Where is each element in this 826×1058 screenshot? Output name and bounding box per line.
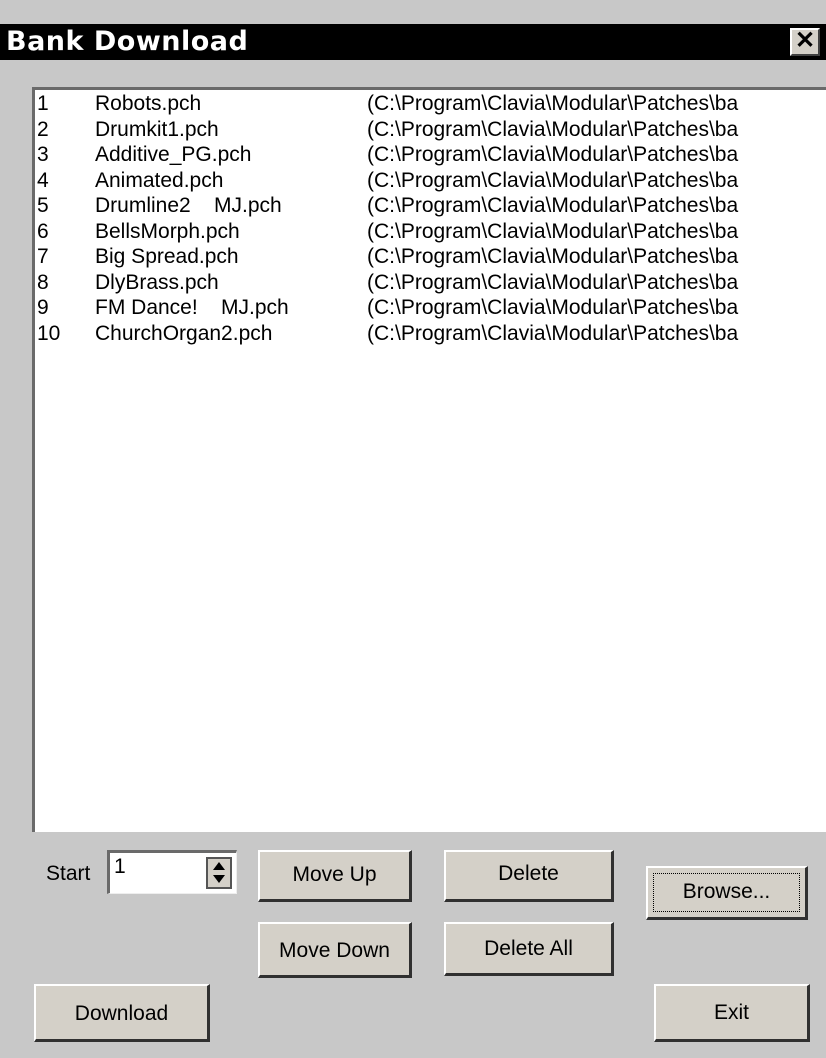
start-spinner[interactable]: 1 xyxy=(107,850,237,894)
close-button[interactable]: ✕ xyxy=(790,28,820,56)
spinner-arrows[interactable] xyxy=(206,857,232,889)
patch-path: (C:\Program\Clavia\Modular\Patches\ba xyxy=(367,270,739,294)
list-item[interactable]: 5 Drumline2 MJ.pch (C:\Program\Clavia\Modu… xyxy=(35,194,826,219)
window-title: Bank Download xyxy=(6,26,249,57)
list-item[interactable]: 6 BellsMorph.pch (C:\Program\Clavia\Modula… xyxy=(35,220,826,245)
arrow-up-icon[interactable] xyxy=(213,862,225,870)
patch-name: ChurchOrgan2.pch xyxy=(95,321,273,345)
patch-number: 7 xyxy=(37,245,49,268)
list-item[interactable]: 4 Animated.pch (C:\Program\Clavia\Modular\… xyxy=(35,169,826,194)
patch-path: (C:\Program\Clavia\Modular\Patches\ba xyxy=(367,219,739,243)
move-up-button[interactable]: Move Up xyxy=(258,850,412,902)
patch-name: Big Spread.pch xyxy=(95,245,239,268)
patch-name: BellsMorph.pch xyxy=(95,219,240,243)
patch-path: (C:\Program\Clavia\Modular\Patches\ba xyxy=(367,168,739,192)
patch-name: Additive_PG.pch xyxy=(95,143,252,166)
patch-number: 8 xyxy=(37,270,49,294)
patch-path: (C:\Program\Clavia\Modular\Patches\ba xyxy=(367,117,739,141)
patch-list[interactable]: 1 Robots.pch (C:\Program\Clavia\Modular\Pa… xyxy=(32,87,826,832)
delete-all-button[interactable]: Delete All xyxy=(444,922,614,976)
patch-path: (C:\Program\Clavia\Modular\Patches\ba xyxy=(367,321,739,345)
list-item[interactable]: 1 Robots.pch (C:\Program\Clavia\Modular\Pa… xyxy=(35,92,826,117)
patch-number: 2 xyxy=(37,117,49,141)
start-label: Start xyxy=(46,862,91,885)
patch-path: (C:\Program\Clavia\Modular\Patches\ba xyxy=(367,245,739,268)
patch-name: FM Dance! MJ.pch xyxy=(95,296,289,319)
list-item[interactable]: 3 Additive_PG.pch (C:\Program\Clavia\Modul… xyxy=(35,143,826,168)
start-value[interactable]: 1 xyxy=(114,855,126,879)
patch-name: DlyBrass.pch xyxy=(95,270,219,294)
title-bar: Bank Download ✕ xyxy=(0,24,826,60)
patch-name: Drumkit1.pch xyxy=(95,117,219,141)
patch-path: (C:\Program\Clavia\Modular\Patches\ba xyxy=(367,143,739,166)
list-item[interactable]: 10 ChurchOrgan2.pch (C:\Program\Clavia\Mod… xyxy=(35,322,826,347)
patch-path: (C:\Program\Clavia\Modular\Patches\ba xyxy=(367,296,739,319)
move-down-button[interactable]: Move Down xyxy=(258,922,412,978)
patch-number: 9 xyxy=(37,296,49,319)
close-icon: ✕ xyxy=(794,27,816,54)
patch-name: Robots.pch xyxy=(95,92,202,115)
list-item[interactable]: 7 Big Spread.pch (C:\Program\Clavia\Modula… xyxy=(35,245,826,270)
browse-button[interactable]: Browse... xyxy=(646,866,808,920)
patch-number: 10 xyxy=(37,321,61,345)
arrow-down-icon[interactable] xyxy=(213,875,225,883)
patch-path: (C:\Program\Clavia\Modular\Patches\ba xyxy=(367,92,739,115)
patch-number: 4 xyxy=(37,168,49,192)
list-item[interactable]: 8 DlyBrass.pch (C:\Program\Clavia\Modular\… xyxy=(35,271,826,296)
patch-name: Drumline2 MJ.pch xyxy=(95,194,282,217)
exit-button[interactable]: Exit xyxy=(654,984,810,1042)
focus-rect xyxy=(653,873,800,912)
delete-button[interactable]: Delete xyxy=(444,850,614,902)
patch-path: (C:\Program\Clavia\Modular\Patches\ba xyxy=(367,194,739,217)
patch-name: Animated.pch xyxy=(95,168,224,192)
patch-number: 6 xyxy=(37,219,49,243)
download-button[interactable]: Download xyxy=(34,984,210,1042)
patch-number: 5 xyxy=(37,194,49,217)
list-item[interactable]: 9 FM Dance! MJ.pch (C:\Program\Clavia\Modu… xyxy=(35,296,826,321)
patch-number: 1 xyxy=(37,92,49,115)
list-item[interactable]: 2 Drumkit1.pch (C:\Program\Clavia\Modular\… xyxy=(35,118,826,143)
patch-number: 3 xyxy=(37,143,49,166)
